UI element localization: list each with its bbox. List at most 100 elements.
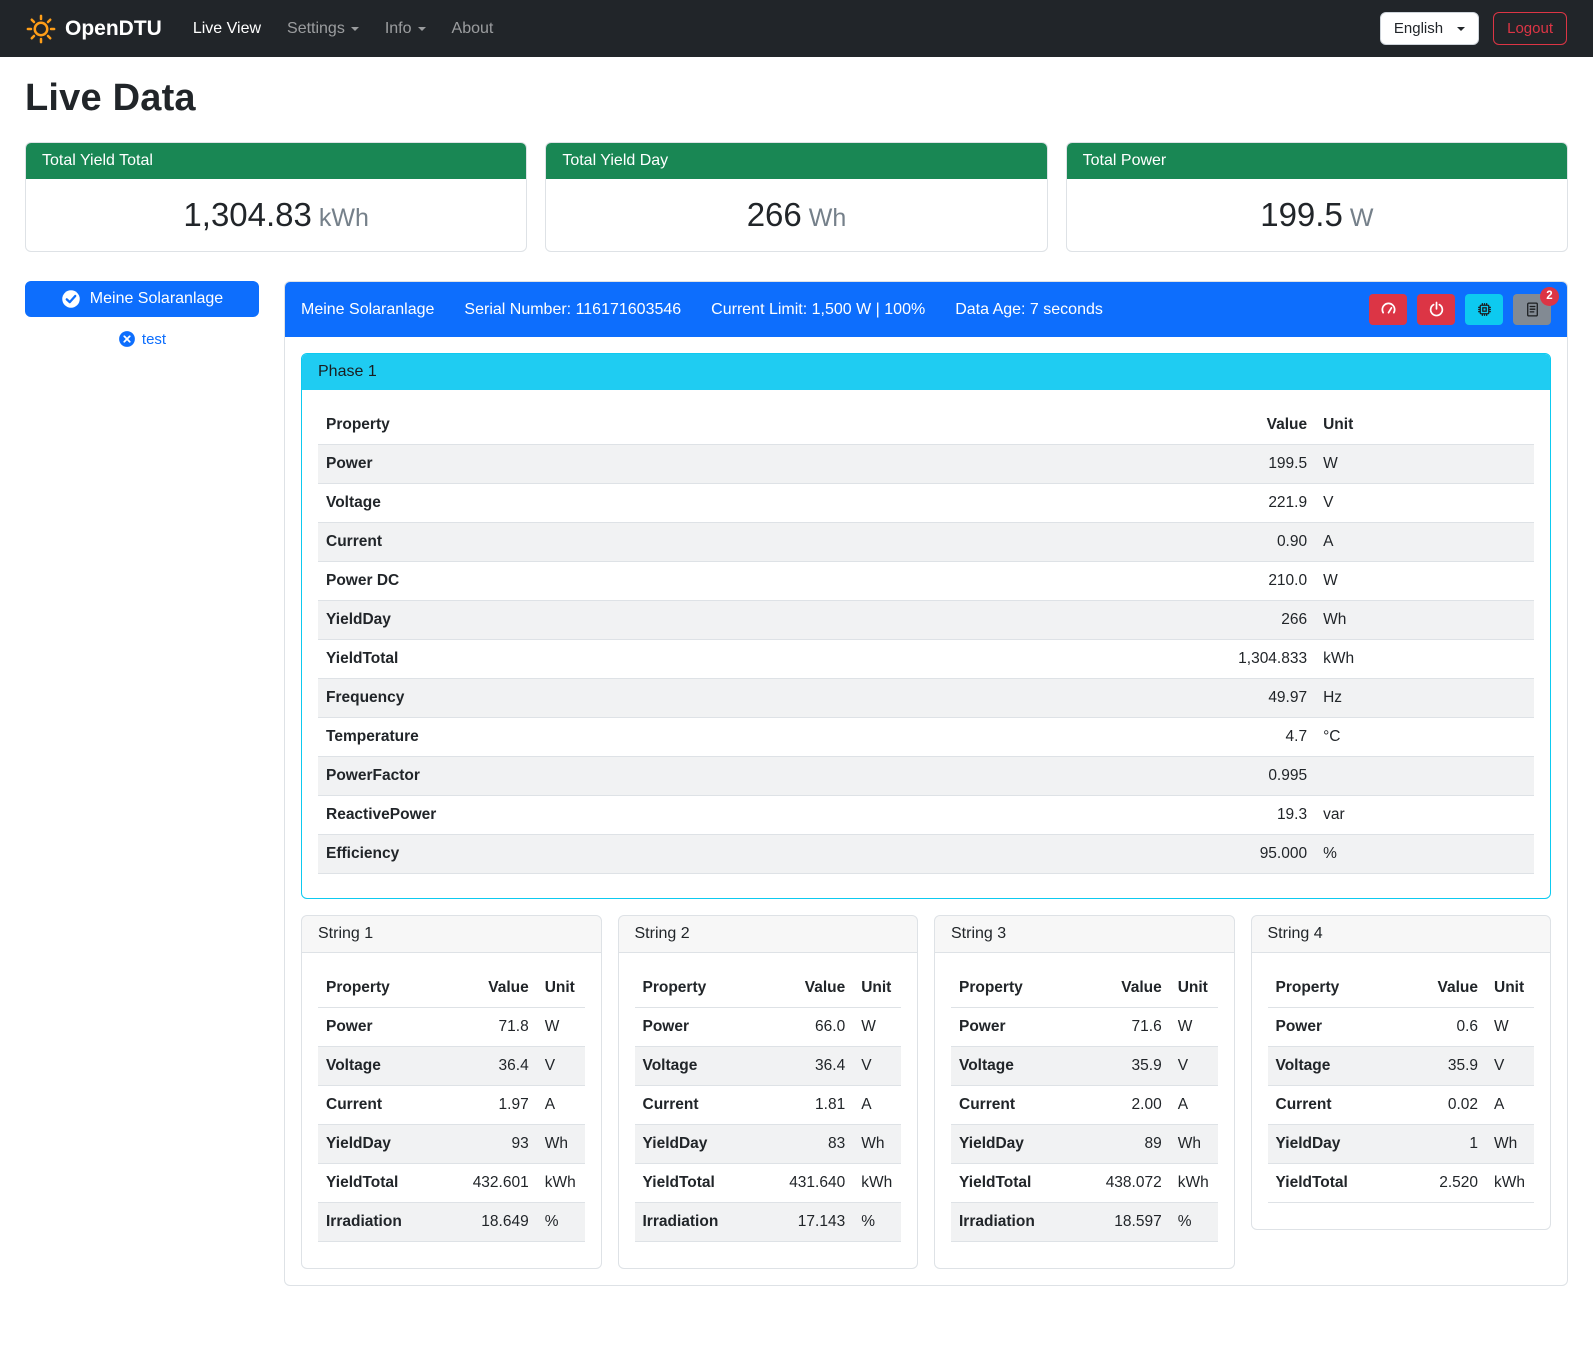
table-row: YieldDay83Wh: [635, 1125, 902, 1164]
power-settings-button[interactable]: [1417, 294, 1455, 325]
string-card-title: String 3: [935, 916, 1234, 953]
property-cell: Voltage: [318, 1047, 465, 1086]
device-info-button[interactable]: [1465, 294, 1503, 325]
value-cell: 66.0: [781, 1008, 853, 1047]
unit-cell: %: [1170, 1203, 1218, 1242]
value-cell: 1: [1427, 1125, 1486, 1164]
table-row: Temperature4.7°C: [318, 718, 1534, 757]
table-row: Voltage221.9V: [318, 484, 1534, 523]
unit-cell: A: [1486, 1086, 1534, 1125]
value-cell: 36.4: [465, 1047, 537, 1086]
summary-card-body: 1,304.83kWh: [26, 179, 526, 251]
value-cell: 71.6: [1098, 1008, 1170, 1047]
unit-column-header: Unit: [853, 969, 901, 1008]
nav-item-info-label: Info: [385, 20, 412, 37]
inverter-data-age: Data Age: 7 seconds: [955, 301, 1103, 319]
speedometer-icon: [1380, 301, 1397, 318]
string-card-title: String 1: [302, 916, 601, 953]
unit-cell: W: [1170, 1008, 1218, 1047]
string-card-body: PropertyValueUnitPower0.6WVoltage35.9VCu…: [1252, 953, 1551, 1229]
property-cell: Power: [951, 1008, 1098, 1047]
property-cell: YieldTotal: [635, 1164, 782, 1203]
main-nav: Live View Settings Info About: [180, 12, 507, 46]
table-row: Irradiation18.649%: [318, 1203, 585, 1242]
unit-cell: A: [1170, 1086, 1218, 1125]
value-cell: 0.6: [1427, 1008, 1486, 1047]
table-head: PropertyValueUnit: [318, 969, 585, 1008]
value-cell: 432.601: [465, 1164, 537, 1203]
data-table: PropertyValueUnitPower71.8WVoltage36.4VC…: [318, 969, 585, 1242]
property-cell: Power: [635, 1008, 782, 1047]
table-row: Voltage36.4V: [635, 1047, 902, 1086]
table-row: Current2.00A: [951, 1086, 1218, 1125]
property-cell: YieldTotal: [318, 640, 1048, 679]
nav-item-settings[interactable]: Settings: [274, 12, 372, 46]
string-card: String 1 PropertyValueUnitPower71.8WVolta…: [301, 915, 602, 1269]
table-row: Frequency49.97Hz: [318, 679, 1534, 718]
phase-card-title: Phase 1: [302, 354, 1550, 390]
property-cell: Current: [1268, 1086, 1428, 1125]
string-card: String 4PropertyValueUnitPower0.6WVoltag…: [1251, 915, 1552, 1230]
inverter-select-button[interactable]: Meine Solaranlage: [25, 281, 259, 317]
value-cell: 199.5: [1048, 445, 1316, 484]
sun-logo-icon: [26, 14, 56, 44]
value-cell: 93: [465, 1125, 537, 1164]
unit-cell: V: [537, 1047, 585, 1086]
total-yield-day-card: Total Yield Day 266Wh: [545, 142, 1047, 252]
property-column-header: Property: [635, 969, 782, 1008]
property-cell: Current: [635, 1086, 782, 1125]
table-row: Voltage35.9V: [951, 1047, 1218, 1086]
logout-button[interactable]: Logout: [1493, 12, 1567, 45]
strings-row: String 1PropertyValueUnitPower71.8WVolta…: [301, 915, 1551, 1269]
limit-settings-button[interactable]: [1369, 294, 1407, 325]
string-card-title: String 2: [619, 916, 918, 953]
table-row: YieldTotal2.520kWh: [1268, 1164, 1535, 1203]
chevron-down-icon: [418, 27, 426, 31]
property-column-header: Property: [318, 406, 1048, 445]
string-card-body: PropertyValueUnitPower66.0WVoltage36.4VC…: [619, 953, 918, 1268]
unit-cell: W: [537, 1008, 585, 1047]
value-column-header: Value: [1048, 406, 1316, 445]
property-cell: Voltage: [1268, 1047, 1428, 1086]
unit-column-header: Unit: [537, 969, 585, 1008]
property-cell: Current: [318, 523, 1048, 562]
unit-cell: V: [853, 1047, 901, 1086]
data-table: PropertyValueUnitPower71.6WVoltage35.9VC…: [951, 969, 1218, 1242]
property-cell: Voltage: [318, 484, 1048, 523]
language-select[interactable]: English: [1380, 12, 1479, 45]
brand-link[interactable]: OpenDTU: [26, 14, 162, 44]
property-cell: YieldDay: [635, 1125, 782, 1164]
value-column-header: Value: [781, 969, 853, 1008]
inverter-panel-body: Phase 1 PropertyValueUnitPower199.5WVolt…: [285, 337, 1567, 1285]
table-row: YieldTotal431.640kWh: [635, 1164, 902, 1203]
summary-card-value: 266: [747, 196, 802, 233]
unit-cell: kWh: [1170, 1164, 1218, 1203]
test-inverter-link[interactable]: test: [142, 331, 166, 348]
inverter-sidebar: Meine Solaranlage test: [25, 281, 259, 348]
summary-card-value: 199.5: [1260, 196, 1343, 233]
unit-column-header: Unit: [1315, 406, 1534, 445]
unit-cell: W: [1315, 562, 1534, 601]
unit-cell: Wh: [537, 1125, 585, 1164]
nav-item-about[interactable]: About: [439, 12, 507, 46]
property-cell: YieldDay: [318, 1125, 465, 1164]
page-title: Live Data: [25, 77, 1568, 120]
event-count-badge: 2: [1540, 287, 1559, 306]
event-log-button[interactable]: 2: [1513, 294, 1551, 325]
summary-card-body: 266Wh: [546, 179, 1046, 251]
value-cell: 18.597: [1098, 1203, 1170, 1242]
string-card: String 3 PropertyValueUnitPower71.6WVolta…: [934, 915, 1235, 1269]
table-row: Power71.8W: [318, 1008, 585, 1047]
summary-card-unit: W: [1350, 204, 1374, 232]
unit-cell: kWh: [1486, 1164, 1534, 1203]
table-row: Power71.6W: [951, 1008, 1218, 1047]
chevron-down-icon: [1457, 27, 1465, 31]
check-circle-icon: [61, 289, 81, 309]
table-row: Efficiency95.000%: [318, 835, 1534, 874]
cpu-icon: [1476, 301, 1493, 318]
x-circle-icon[interactable]: [118, 330, 136, 348]
nav-item-info[interactable]: Info: [372, 12, 439, 46]
nav-item-live-view[interactable]: Live View: [180, 12, 274, 46]
unit-cell: var: [1315, 796, 1534, 835]
value-cell: 210.0: [1048, 562, 1316, 601]
